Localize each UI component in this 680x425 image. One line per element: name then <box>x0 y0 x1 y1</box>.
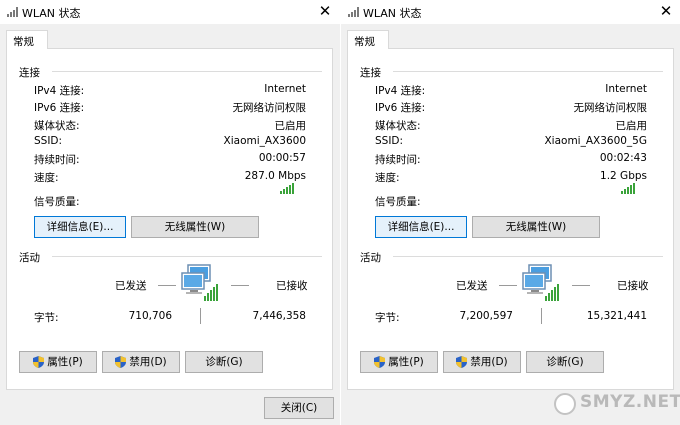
signal-quality-label: 信号质量: <box>375 196 421 208</box>
title-bar: WLAN 状态 ✕ <box>341 0 680 24</box>
sent-dash <box>499 285 517 286</box>
watermark-text: SMYZ.NET <box>580 392 680 412</box>
watermark-logo-icon <box>554 393 576 415</box>
wlan-status-dialog-1: WLAN 状态 ✕ 常规 连接 IPv4 连接: Internet IPv6 连… <box>0 0 340 425</box>
diagnose-button[interactable]: 诊断(G) <box>185 351 263 373</box>
wireless-properties-label: 无线属性(W) <box>164 221 226 233</box>
section-divider <box>393 71 663 72</box>
activity-section-label: 活动 <box>19 252 40 264</box>
duration-label: 持续时间: <box>34 154 80 166</box>
activity-divider <box>541 308 542 324</box>
bytes-sent-value: 710,706 <box>128 310 172 322</box>
details-button-label: 详细信息(E)... <box>387 221 455 233</box>
speed-label: 速度: <box>375 172 400 184</box>
signal-quality-icon <box>621 183 635 194</box>
wifi-signal-icon <box>348 7 359 17</box>
ipv4-value: Internet <box>264 83 306 95</box>
activity-divider <box>200 308 201 324</box>
media-state-value: 已启用 <box>615 120 648 132</box>
media-state-value: 已启用 <box>274 120 307 132</box>
details-button[interactable]: 详细信息(E)... <box>375 216 467 238</box>
tab-general[interactable]: 常规 <box>347 30 389 49</box>
media-state-label: 媒体状态: <box>34 120 80 132</box>
properties-button-label: 属性(P) <box>388 356 424 368</box>
tab-strip <box>341 24 680 48</box>
details-button[interactable]: 详细信息(E)... <box>34 216 126 238</box>
section-divider <box>393 256 663 257</box>
ipv4-label: IPv4 连接: <box>375 85 426 97</box>
ipv4-value: Internet <box>605 83 647 95</box>
wifi-signal-icon <box>7 7 18 17</box>
bytes-received-value: 7,446,358 <box>252 310 306 322</box>
duration-value: 00:02:43 <box>599 152 647 164</box>
signal-quality-icon <box>280 183 294 194</box>
diagnose-button-label: 诊断(G) <box>205 356 243 368</box>
ssid-value: Xiaomi_AX3600 <box>223 135 306 147</box>
disable-button-label: 禁用(D) <box>129 356 167 368</box>
media-state-label: 媒体状态: <box>375 120 421 132</box>
sent-label: 已发送 <box>115 280 147 292</box>
ipv6-value: 无网络访问权限 <box>232 102 307 114</box>
ssid-value: Xiaomi_AX3600_5G <box>544 135 647 147</box>
received-dash <box>572 285 590 286</box>
duration-label: 持续时间: <box>375 154 421 166</box>
uac-shield-icon <box>115 356 127 368</box>
bytes-sent-value: 7,200,597 <box>459 310 513 322</box>
tab-strip <box>0 24 340 48</box>
disable-button[interactable]: 禁用(D) <box>102 351 180 373</box>
disable-button-label: 禁用(D) <box>470 356 508 368</box>
properties-button[interactable]: 属性(P) <box>360 351 438 373</box>
ipv6-label: IPv6 连接: <box>34 102 85 114</box>
bytes-received-value: 15,321,441 <box>586 310 647 322</box>
sent-label: 已发送 <box>456 280 488 292</box>
connection-section-label: 连接 <box>19 67 40 79</box>
section-divider <box>52 71 322 72</box>
ipv6-value: 无网络访问权限 <box>573 102 648 114</box>
wlan-status-dialog-2: WLAN 状态 ✕ 常规 连接 IPv4 连接: Internet IPv6 连… <box>340 0 680 425</box>
speed-value: 1.2 Gbps <box>600 170 647 182</box>
window-title: WLAN 状态 <box>22 7 81 20</box>
uac-shield-icon <box>374 356 386 368</box>
close-button[interactable]: 关闭(C) <box>264 397 334 419</box>
bytes-label: 字节: <box>375 312 400 324</box>
speed-value: 287.0 Mbps <box>244 170 306 182</box>
connection-section-label: 连接 <box>360 67 381 79</box>
ssid-label: SSID: <box>375 135 404 147</box>
window-title: WLAN 状态 <box>363 7 422 20</box>
general-panel: 连接 IPv4 连接: Internet IPv6 连接: 无网络访问权限 媒体… <box>6 48 333 390</box>
received-label: 已接收 <box>617 280 649 292</box>
signal-quality-label: 信号质量: <box>34 196 80 208</box>
close-button-label: 关闭(C) <box>280 402 318 414</box>
wireless-properties-label: 无线属性(W) <box>505 221 567 233</box>
sent-dash <box>158 285 176 286</box>
diagnose-button[interactable]: 诊断(G) <box>526 351 604 373</box>
wireless-properties-button[interactable]: 无线属性(W) <box>131 216 259 238</box>
title-bar: WLAN 状态 ✕ <box>0 0 340 24</box>
activity-section-label: 活动 <box>360 252 381 264</box>
general-panel: 连接 IPv4 连接: Internet IPv6 连接: 无网络访问权限 媒体… <box>347 48 674 390</box>
received-label: 已接收 <box>276 280 308 292</box>
details-button-label: 详细信息(E)... <box>46 221 114 233</box>
duration-value: 00:00:57 <box>258 152 306 164</box>
disable-button[interactable]: 禁用(D) <box>443 351 521 373</box>
network-computers-icon <box>522 264 559 301</box>
properties-button-label: 属性(P) <box>47 356 83 368</box>
wireless-properties-button[interactable]: 无线属性(W) <box>472 216 600 238</box>
close-icon[interactable]: ✕ <box>316 2 334 20</box>
ssid-label: SSID: <box>34 135 63 147</box>
diagnose-button-label: 诊断(G) <box>546 356 584 368</box>
ipv6-label: IPv6 连接: <box>375 102 426 114</box>
properties-button[interactable]: 属性(P) <box>19 351 97 373</box>
bytes-label: 字节: <box>34 312 59 324</box>
section-divider <box>52 256 322 257</box>
uac-shield-icon <box>456 356 468 368</box>
close-icon[interactable]: ✕ <box>657 2 675 20</box>
speed-label: 速度: <box>34 172 59 184</box>
uac-shield-icon <box>33 356 45 368</box>
tab-general[interactable]: 常规 <box>6 30 48 49</box>
ipv4-label: IPv4 连接: <box>34 85 85 97</box>
received-dash <box>231 285 249 286</box>
network-computers-icon <box>181 264 218 301</box>
